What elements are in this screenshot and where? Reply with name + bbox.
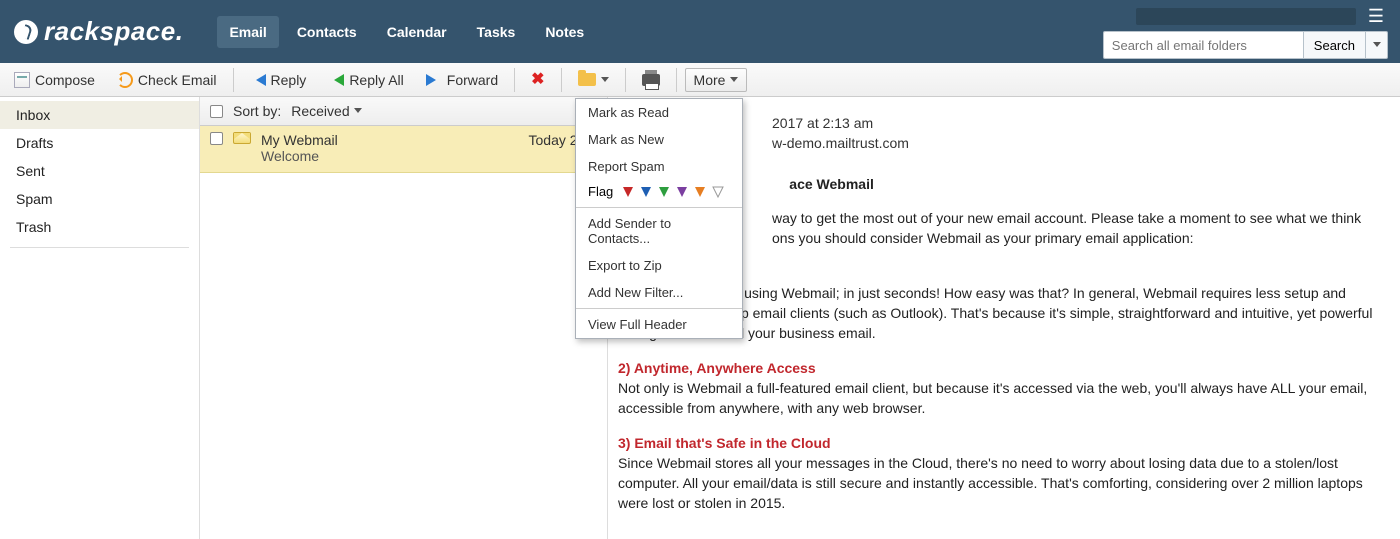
check-email-label: Check Email <box>138 72 217 88</box>
flag-clear-icon[interactable] <box>711 185 725 199</box>
global-search: Search <box>1103 31 1388 59</box>
chevron-down-icon <box>601 77 609 86</box>
more-button[interactable]: More <box>685 68 748 92</box>
brand-logo: rackspace. <box>14 16 183 47</box>
toolbar-separator <box>233 68 234 92</box>
sort-field-value: Received <box>291 103 349 119</box>
delete-button[interactable]: ✖ <box>523 69 552 91</box>
toolbar-separator <box>514 68 515 92</box>
delete-icon: ✖ <box>531 72 544 88</box>
message-item[interactable]: My Webmail Welcome Today 2:13 <box>200 126 607 173</box>
folder-spam[interactable]: Spam <box>0 185 199 213</box>
print-icon <box>642 74 660 86</box>
more-label: More <box>694 72 726 88</box>
forward-label: Forward <box>447 72 498 88</box>
reply-all-icon <box>328 74 344 86</box>
flag-red-icon[interactable] <box>621 185 635 199</box>
reply-all-button[interactable]: Reply All <box>320 69 411 91</box>
flag-blue-icon[interactable] <box>639 185 653 199</box>
nav-tab-email[interactable]: Email <box>217 16 278 48</box>
brand-text: rackspace. <box>44 16 183 47</box>
menu-view-header[interactable]: View Full Header <box>576 311 742 338</box>
menu-report-spam[interactable]: Report Spam <box>576 153 742 180</box>
sort-field-dropdown[interactable]: Received <box>291 103 361 119</box>
intro-line2: ons you should consider Webmail as your … <box>772 230 1194 246</box>
menu-add-filter[interactable]: Add New Filter... <box>576 279 742 306</box>
user-info-strip <box>1136 8 1356 25</box>
nav-tabs: Email Contacts Calendar Tasks Notes <box>217 16 596 48</box>
forward-button[interactable]: Forward <box>418 69 506 91</box>
rackspace-icon <box>14 20 38 44</box>
reply-icon <box>250 74 266 86</box>
chevron-down-icon <box>1373 42 1381 51</box>
top-nav: rackspace. Email Contacts Calendar Tasks… <box>0 0 1400 63</box>
message-subject: Welcome <box>261 148 519 164</box>
compose-label: Compose <box>35 72 95 88</box>
chevron-down-icon <box>730 77 738 86</box>
message-list-pane: Sort by: Received My Webmail Welcome Tod… <box>200 97 608 539</box>
folder-sent[interactable]: Sent <box>0 157 199 185</box>
select-all-checkbox[interactable] <box>210 105 223 118</box>
section-2-title: 2) Anytime, Anywhere Access <box>618 360 816 376</box>
search-input[interactable] <box>1103 31 1303 59</box>
envelope-icon <box>233 132 251 144</box>
move-to-folder-button[interactable] <box>570 70 617 89</box>
search-button[interactable]: Search <box>1303 31 1366 59</box>
meta-date: 2017 at 2:13 am <box>772 115 873 131</box>
reply-button[interactable]: Reply <box>242 69 315 91</box>
toolbar-separator <box>676 68 677 92</box>
chevron-down-icon <box>354 108 362 117</box>
section-3-title: 3) Email that's Safe in the Cloud <box>618 435 831 451</box>
toolbar-separator <box>561 68 562 92</box>
refresh-icon <box>117 72 133 88</box>
section-2-body: Not only is Webmail a full-featured emai… <box>618 380 1367 416</box>
folder-sidebar: Inbox Drafts Sent Spam Trash <box>0 97 200 539</box>
top-right-area: ☰ Search <box>1103 6 1388 59</box>
intro-line1: way to get the most out of your new emai… <box>772 210 1361 226</box>
folder-inbox[interactable]: Inbox <box>0 101 199 129</box>
sort-label: Sort by: <box>233 103 281 119</box>
forward-icon <box>426 74 442 86</box>
toolbar-separator <box>625 68 626 92</box>
folder-separator <box>10 247 189 248</box>
menu-separator <box>576 308 742 309</box>
folder-icon <box>578 73 596 86</box>
flag-label: Flag <box>588 184 613 199</box>
reply-label: Reply <box>271 72 307 88</box>
menu-add-contacts[interactable]: Add Sender to Contacts... <box>576 210 742 252</box>
list-header: Sort by: Received <box>200 97 607 126</box>
flag-purple-icon[interactable] <box>675 185 689 199</box>
message-from: My Webmail <box>261 132 519 148</box>
menu-mark-read[interactable]: Mark as Read <box>576 99 742 126</box>
menu-export-zip[interactable]: Export to Zip <box>576 252 742 279</box>
folder-drafts[interactable]: Drafts <box>0 129 199 157</box>
folder-trash[interactable]: Trash <box>0 213 199 241</box>
message-title: ace Webmail <box>789 176 874 192</box>
flag-green-icon[interactable] <box>657 185 671 199</box>
nav-tab-tasks[interactable]: Tasks <box>465 16 528 48</box>
menu-flag-row: Flag <box>576 180 742 205</box>
meta-from: w-demo.mailtrust.com <box>772 135 909 151</box>
menu-mark-new[interactable]: Mark as New <box>576 126 742 153</box>
compose-icon <box>14 72 30 88</box>
nav-tab-contacts[interactable]: Contacts <box>285 16 369 48</box>
print-button[interactable] <box>634 71 668 89</box>
search-dropdown[interactable] <box>1366 31 1388 59</box>
message-checkbox[interactable] <box>210 132 223 145</box>
reply-all-label: Reply All <box>349 72 403 88</box>
menu-separator <box>576 207 742 208</box>
hamburger-icon[interactable]: ☰ <box>1364 6 1388 27</box>
user-bar: ☰ <box>1136 6 1388 27</box>
action-toolbar: Compose Check Email Reply Reply All Forw… <box>0 63 1400 97</box>
more-menu: Mark as Read Mark as New Report Spam Fla… <box>575 98 743 339</box>
check-email-button[interactable]: Check Email <box>109 69 225 91</box>
nav-tab-calendar[interactable]: Calendar <box>375 16 459 48</box>
flag-orange-icon[interactable] <box>693 185 707 199</box>
section-3-body: Since Webmail stores all your messages i… <box>618 455 1363 512</box>
nav-tab-notes[interactable]: Notes <box>533 16 596 48</box>
compose-button[interactable]: Compose <box>6 69 103 91</box>
